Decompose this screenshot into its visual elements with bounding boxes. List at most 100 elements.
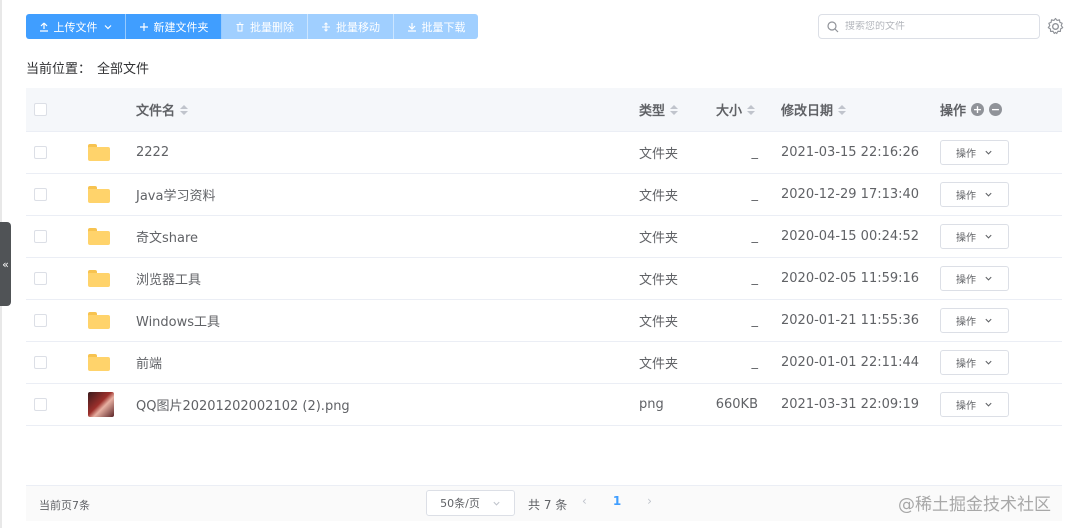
file-name[interactable]: 2222 bbox=[136, 132, 169, 173]
file-name[interactable]: Windows工具 bbox=[136, 300, 220, 341]
row-checkbox[interactable] bbox=[34, 188, 47, 201]
folder-icon bbox=[88, 312, 110, 329]
file-name[interactable]: QQ图片20201202002102 (2).png bbox=[136, 384, 350, 425]
table-row[interactable]: 浏览器工具 文件夹 _ 2020-02-05 11:59:16 操作 bbox=[26, 258, 1062, 300]
file-type: 文件夹 bbox=[639, 273, 679, 288]
file-date: 2020-02-05 11:59:16 bbox=[781, 271, 920, 286]
operation-label: 操作 bbox=[956, 191, 976, 202]
image-thumbnail bbox=[88, 392, 114, 417]
file-name[interactable]: Java学习资料 bbox=[136, 174, 215, 215]
search-box[interactable] bbox=[818, 14, 1040, 39]
table-row[interactable]: QQ图片20201202002102 (2).png png 660KB 2021-0… bbox=[26, 384, 1062, 426]
file-name[interactable]: 浏览器工具 bbox=[136, 258, 201, 299]
operation-label: 操作 bbox=[956, 275, 976, 286]
file-type: 文件夹 bbox=[639, 147, 679, 162]
file-date: 2020-12-29 17:13:40 bbox=[781, 187, 920, 202]
header-operation: 操作 + − bbox=[940, 103, 1003, 119]
header-date[interactable]: 修改日期 bbox=[781, 88, 847, 131]
gear-icon[interactable] bbox=[1046, 17, 1065, 36]
file-type: 文件夹 bbox=[639, 231, 679, 246]
upload-label: 上传文件 bbox=[53, 20, 98, 34]
sort-icon[interactable] bbox=[838, 104, 847, 115]
plus-icon bbox=[139, 22, 148, 31]
batch-download-button[interactable]: 批量下载 bbox=[394, 14, 478, 39]
file-date: 2020-01-21 11:55:36 bbox=[781, 313, 920, 328]
batch-download-label: 批量下载 bbox=[421, 20, 466, 34]
file-size: 660KB bbox=[715, 397, 758, 412]
folder-icon bbox=[88, 354, 110, 371]
file-size: _ bbox=[751, 355, 759, 370]
header-size[interactable]: 大小 bbox=[716, 88, 756, 131]
folder-icon bbox=[88, 270, 110, 287]
chevron-down-icon bbox=[985, 192, 992, 197]
upload-button[interactable]: 上传文件 bbox=[26, 14, 126, 39]
operation-dropdown-button[interactable]: 操作 bbox=[940, 308, 1009, 333]
breadcrumb-path[interactable]: 全部文件 bbox=[97, 58, 149, 77]
page-size-select[interactable]: 50条/页 bbox=[426, 490, 515, 516]
table-row[interactable]: Java学习资料 文件夹 _ 2020-12-29 17:13:40 操作 bbox=[26, 174, 1062, 216]
batch-move-button[interactable]: 批量移动 bbox=[308, 14, 394, 39]
expand-plus-icon[interactable]: + bbox=[971, 103, 985, 116]
file-table: 文件名 类型 大小 修改日期 操作 + − 2222 文件夹 _ 2021-03-15… bbox=[26, 88, 1062, 426]
table-row[interactable]: 2222 文件夹 _ 2021-03-15 22:16:26 操作 bbox=[26, 132, 1062, 174]
row-checkbox[interactable] bbox=[34, 314, 47, 327]
chevron-down-icon bbox=[985, 318, 992, 323]
chevron-down-icon bbox=[493, 501, 500, 506]
chevron-down-icon bbox=[985, 402, 992, 407]
sort-icon[interactable] bbox=[180, 104, 189, 115]
row-checkbox[interactable] bbox=[34, 146, 47, 159]
header-name[interactable]: 文件名 bbox=[136, 88, 189, 131]
operation-dropdown-button[interactable]: 操作 bbox=[940, 140, 1009, 165]
breadcrumb: 当前位置： 全部文件 bbox=[26, 58, 149, 77]
operation-label: 操作 bbox=[956, 149, 976, 160]
breadcrumb-label: 当前位置： bbox=[26, 62, 92, 77]
file-name[interactable]: 前端 bbox=[136, 342, 162, 383]
sort-icon[interactable] bbox=[747, 104, 756, 115]
pager: ‹ 1 › bbox=[582, 494, 652, 508]
collapse-minus-icon[interactable]: − bbox=[989, 103, 1003, 116]
table-header: 文件名 类型 大小 修改日期 操作 + − bbox=[26, 88, 1062, 132]
new-folder-button[interactable]: 新建文件夹 bbox=[126, 14, 222, 39]
file-date: 2020-01-01 22:11:44 bbox=[781, 355, 920, 370]
table-row[interactable]: Windows工具 文件夹 _ 2020-01-21 11:55:36 操作 bbox=[26, 300, 1062, 342]
file-size: _ bbox=[751, 145, 759, 160]
row-checkbox[interactable] bbox=[34, 398, 47, 411]
batch-move-label: 批量移动 bbox=[336, 20, 380, 34]
search-input[interactable] bbox=[845, 21, 1025, 32]
operation-label: 操作 bbox=[956, 317, 976, 328]
row-checkbox[interactable] bbox=[34, 356, 47, 369]
table-row[interactable]: 前端 文件夹 _ 2020-01-01 22:11:44 操作 bbox=[26, 342, 1062, 384]
double-chevron-left-icon: « bbox=[2, 257, 9, 271]
toolbar: 上传文件 新建文件夹 批量删除 批量移动 批量下载 bbox=[26, 14, 478, 39]
upload-icon bbox=[39, 22, 48, 32]
file-size: _ bbox=[751, 313, 759, 328]
sort-icon[interactable] bbox=[670, 104, 679, 115]
batch-delete-button[interactable]: 批量删除 bbox=[222, 14, 308, 39]
next-page-icon[interactable]: › bbox=[647, 494, 652, 508]
batch-delete-label: 批量删除 bbox=[250, 20, 294, 34]
operation-dropdown-button[interactable]: 操作 bbox=[940, 392, 1009, 417]
table-row[interactable]: 奇文share 文件夹 _ 2020-04-15 00:24:52 操作 bbox=[26, 216, 1062, 258]
new-folder-label: 新建文件夹 bbox=[153, 20, 209, 34]
row-checkbox[interactable] bbox=[34, 230, 47, 243]
file-name[interactable]: 奇文share bbox=[136, 216, 198, 257]
file-date: 2021-03-15 22:16:26 bbox=[781, 145, 920, 160]
select-all-checkbox[interactable] bbox=[34, 103, 47, 116]
folder-icon bbox=[88, 144, 110, 161]
prev-page-icon[interactable]: ‹ bbox=[582, 494, 587, 508]
operation-dropdown-button[interactable]: 操作 bbox=[940, 350, 1009, 375]
operation-dropdown-button[interactable]: 操作 bbox=[940, 266, 1009, 291]
file-type: 文件夹 bbox=[639, 357, 679, 372]
operation-label: 操作 bbox=[956, 401, 976, 412]
page-number[interactable]: 1 bbox=[613, 494, 621, 508]
operation-dropdown-button[interactable]: 操作 bbox=[940, 224, 1009, 249]
file-type: 文件夹 bbox=[639, 315, 679, 330]
chevron-down-icon bbox=[985, 234, 992, 239]
row-checkbox[interactable] bbox=[34, 272, 47, 285]
operation-label: 操作 bbox=[956, 233, 976, 244]
trash-icon bbox=[236, 22, 244, 31]
header-type[interactable]: 类型 bbox=[639, 88, 679, 131]
collapse-sidebar-handle[interactable]: « bbox=[0, 222, 11, 306]
operation-dropdown-button[interactable]: 操作 bbox=[940, 182, 1009, 207]
chevron-down-icon bbox=[985, 360, 992, 365]
